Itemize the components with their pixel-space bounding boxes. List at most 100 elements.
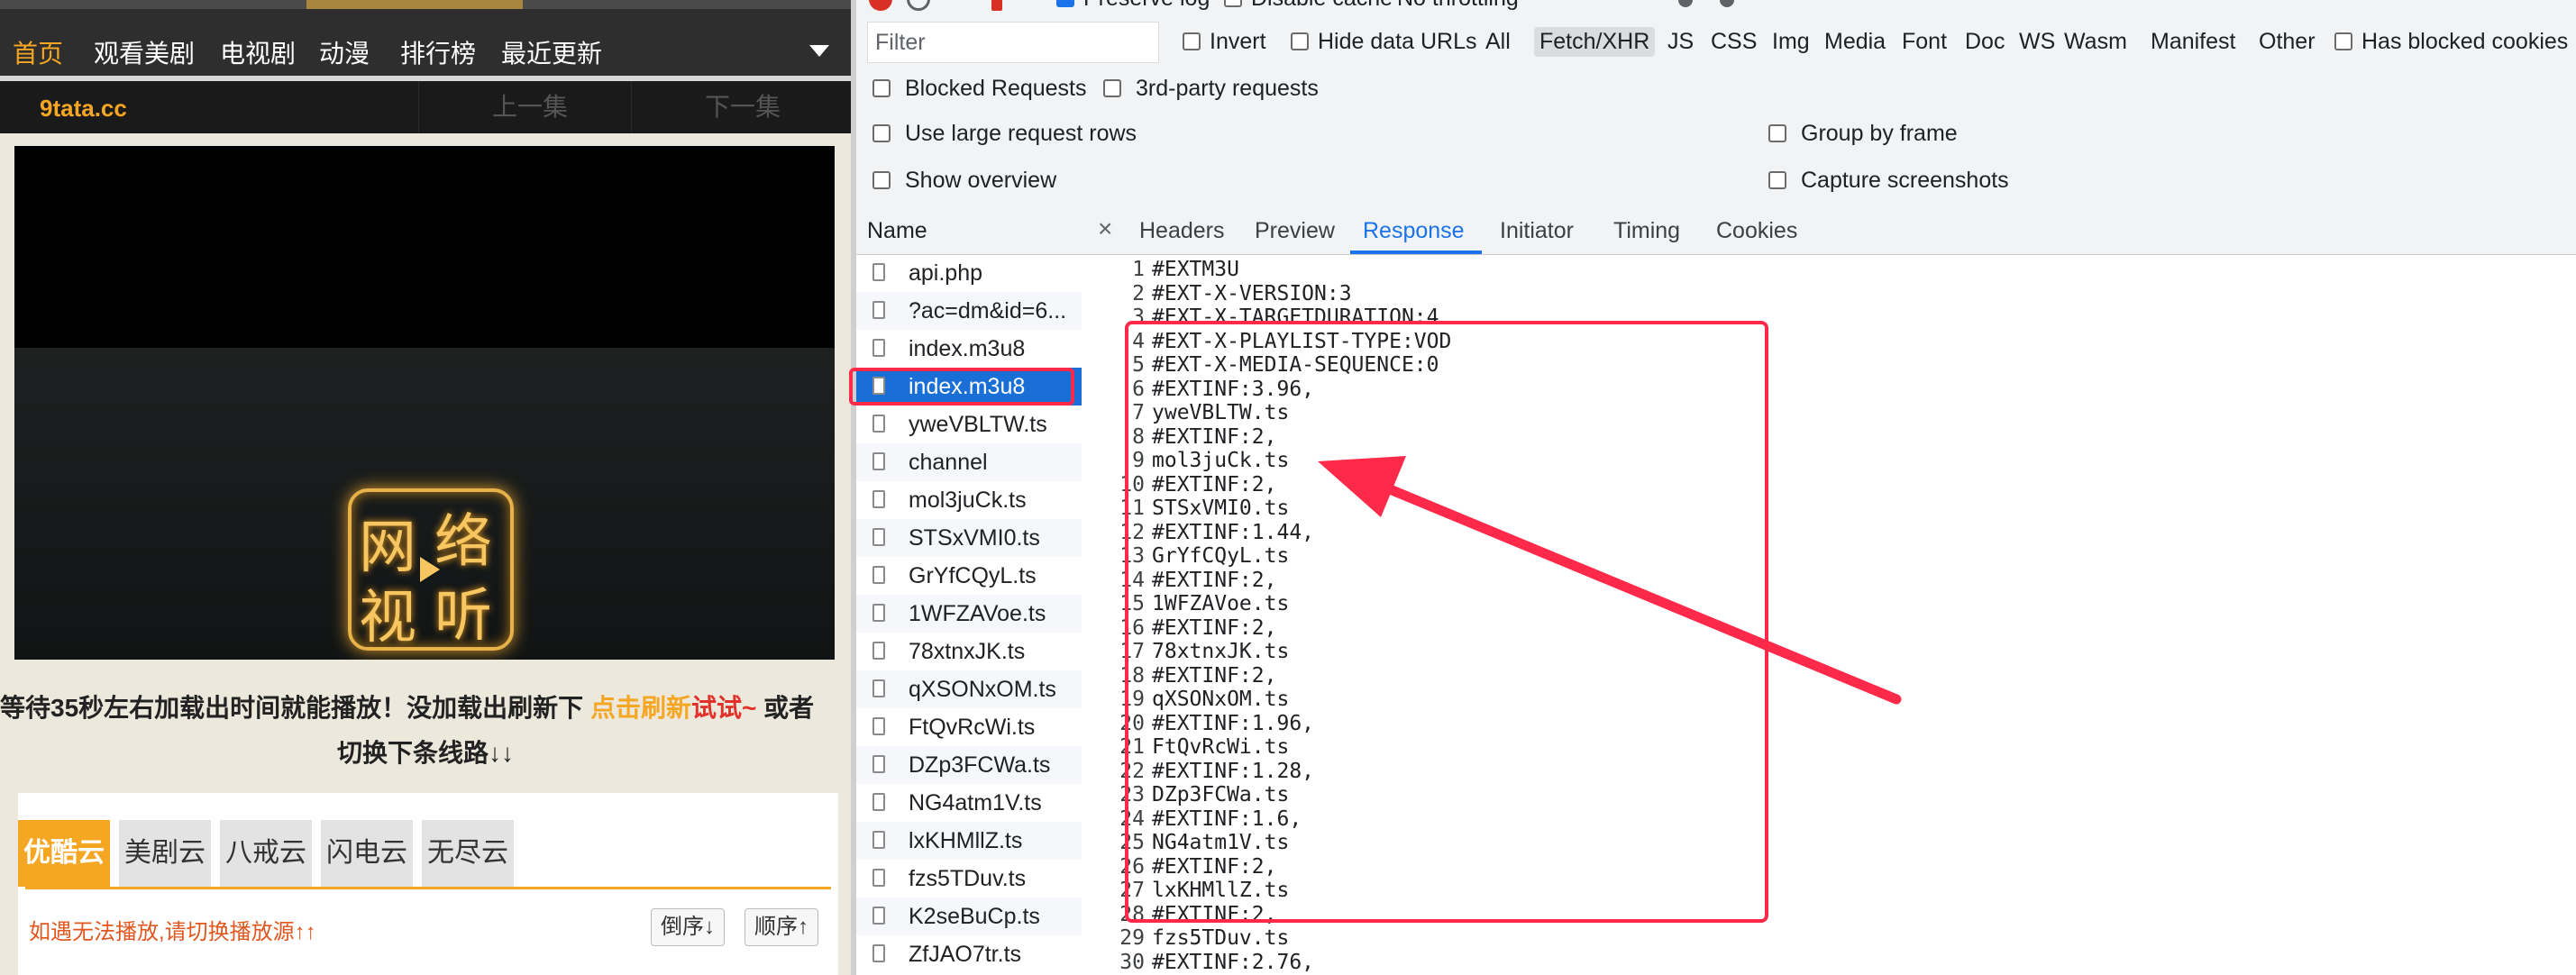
file-icon [872, 793, 885, 811]
request-row[interactable]: K2seBuCp.ts [856, 898, 1082, 935]
request-row[interactable]: yweVBLTW.ts [856, 405, 1082, 443]
third-party-checkbox[interactable] [1103, 79, 1121, 97]
filter-input[interactable]: Filter [867, 22, 1159, 63]
group-by-frame-checkbox[interactable] [1768, 124, 1786, 142]
tab-cookies[interactable]: Cookies [1716, 218, 1797, 244]
file-icon [872, 642, 885, 660]
disable-cache-label: Disable cache [1251, 0, 1393, 12]
request-row[interactable]: ZfJAO7tr.ts [856, 935, 1082, 973]
type-filter-css[interactable]: CSS [1711, 29, 1757, 55]
type-filter-doc[interactable]: Doc [1965, 29, 2005, 55]
invert-checkbox[interactable] [1183, 32, 1201, 50]
type-filter-other[interactable]: Other [2259, 29, 2316, 55]
preserve-log-checkbox[interactable] [1056, 0, 1074, 7]
request-name: api.php [909, 260, 983, 286]
request-row[interactable]: api.php [856, 254, 1082, 292]
prev-episode-button[interactable]: 上一集 [418, 81, 641, 133]
download-icon[interactable] [1720, 0, 1734, 7]
large-rows-checkbox[interactable] [872, 124, 891, 142]
video-player[interactable]: 网 络 视 听 [14, 146, 835, 660]
file-icon [872, 907, 885, 925]
source-tab[interactable]: 优酷云 [18, 820, 110, 887]
request-list-header[interactable]: Name [856, 207, 1082, 255]
clear-icon[interactable] [907, 0, 930, 11]
tab-timing[interactable]: Timing [1613, 218, 1680, 244]
site-nav-bar: 首页 观看美剧 电视剧 动漫 排行榜 最近更新 [0, 9, 851, 81]
has-blocked-cookies-label: Has blocked cookies [2361, 29, 2569, 54]
request-row[interactable]: 78xtnxJK.ts [856, 633, 1082, 670]
tab-response[interactable]: Response [1363, 218, 1465, 244]
nav-latest[interactable]: 最近更新 [501, 34, 602, 70]
order-asc-button[interactable]: 顺序↑ [744, 908, 818, 946]
type-filter-wasm[interactable]: Wasm [2064, 29, 2127, 55]
try-link[interactable]: 试试~ [691, 694, 756, 722]
request-row[interactable]: NG4atm1V.ts [856, 784, 1082, 822]
filter-icon[interactable] [991, 0, 1002, 11]
request-row[interactable]: GrYfCQyL.ts [856, 557, 1082, 595]
request-row[interactable]: qXSONxOM.ts [856, 670, 1082, 708]
upload-icon[interactable] [1678, 0, 1693, 7]
request-name: index.m3u8 [909, 336, 1026, 361]
request-name: GrYfCQyL.ts [909, 563, 1037, 588]
throttling-select[interactable]: No throttling [1397, 0, 1519, 12]
network-toolbar: Preserve log Disable cache No throttling [856, 0, 2576, 14]
request-name: K2seBuCp.ts [909, 904, 1040, 929]
request-name: ZfJAO7tr.ts [909, 942, 1022, 967]
hide-data-urls-checkbox[interactable] [1291, 32, 1309, 50]
capture-screenshots-checkbox[interactable] [1768, 171, 1786, 189]
request-row[interactable]: FtQvRcWi.ts [856, 708, 1082, 746]
type-filter-ws[interactable]: WS [2019, 29, 2055, 55]
code-text: #EXT-X-VERSION:3 [1152, 281, 1352, 305]
refresh-link[interactable]: 点击刷新 [590, 694, 691, 722]
nav-ranking[interactable]: 排行榜 [400, 34, 476, 70]
play-icon [420, 557, 440, 582]
tab-preview[interactable]: Preview [1255, 218, 1335, 244]
request-row[interactable]: ?ac=dm&id=6... [856, 292, 1082, 330]
disable-cache-checkbox[interactable] [1224, 0, 1242, 7]
request-row[interactable]: index.m3u8 [856, 330, 1082, 368]
request-row[interactable]: STSxVMI0.ts [856, 519, 1082, 557]
request-name: 1WFZAVoe.ts [909, 601, 1046, 626]
source-tab[interactable]: 闪电云 [321, 820, 413, 887]
next-episode-button[interactable]: 下一集 [631, 81, 851, 133]
request-name: fzs5TDuv.ts [909, 866, 1027, 891]
blocked-filter-row: Blocked Requests 3rd-party requests [856, 68, 2576, 111]
source-tab[interactable]: 美剧云 [119, 820, 211, 887]
code-text: #EXTM3U [1152, 258, 1239, 281]
show-overview-label: Show overview [905, 168, 1057, 193]
site-domain[interactable]: 9tata.cc [40, 95, 127, 123]
nav-tv[interactable]: 电视剧 [220, 34, 296, 70]
annotation-box-response [1125, 321, 1768, 923]
request-row[interactable]: 1WFZAVoe.ts [856, 595, 1082, 633]
close-icon[interactable]: × [1098, 214, 1112, 243]
chevron-down-icon[interactable] [809, 45, 829, 57]
player-logo: 网 络 视 听 [348, 488, 514, 652]
nav-us-drama[interactable]: 观看美剧 [94, 34, 195, 70]
request-row[interactable]: lxKHMllZ.ts [856, 822, 1082, 860]
nav-home[interactable]: 首页 [13, 34, 63, 70]
tab-headers[interactable]: Headers [1139, 218, 1225, 244]
type-filter-img[interactable]: Img [1772, 29, 1810, 55]
type-filter-font[interactable]: Font [1902, 29, 1947, 55]
type-filter-js[interactable]: JS [1667, 29, 1694, 55]
request-row[interactable]: mol3juCk.ts [856, 481, 1082, 519]
show-overview-checkbox[interactable] [872, 171, 891, 189]
type-filter-media[interactable]: Media [1824, 29, 1886, 55]
type-filter-manifest[interactable]: Manifest [2151, 29, 2235, 55]
source-tab[interactable]: 八戒云 [220, 820, 312, 887]
type-filter-fetch-xhr[interactable]: Fetch/XHR [1534, 27, 1656, 57]
group-by-frame-label: Group by frame [1801, 121, 1958, 146]
request-row[interactable]: channel [856, 443, 1082, 481]
has-blocked-cookies-checkbox[interactable] [2334, 32, 2352, 50]
source-tab[interactable]: 无尽云 [422, 820, 514, 887]
tab-initiator[interactable]: Initiator [1500, 218, 1574, 244]
order-desc-button[interactable]: 倒序↓ [651, 908, 725, 946]
request-row[interactable]: fzs5TDuv.ts [856, 860, 1082, 898]
request-row[interactable]: DZp3FCWa.ts [856, 746, 1082, 784]
record-icon[interactable] [869, 0, 892, 11]
video-site-pane: 首页 观看美剧 电视剧 动漫 排行榜 最近更新 9tata.cc 上一集 下一集… [0, 0, 851, 975]
blocked-requests-checkbox[interactable] [872, 79, 891, 97]
type-filter-all[interactable]: All [1485, 29, 1511, 55]
logo-char: 视 [359, 585, 416, 652]
nav-anime[interactable]: 动漫 [319, 34, 370, 70]
